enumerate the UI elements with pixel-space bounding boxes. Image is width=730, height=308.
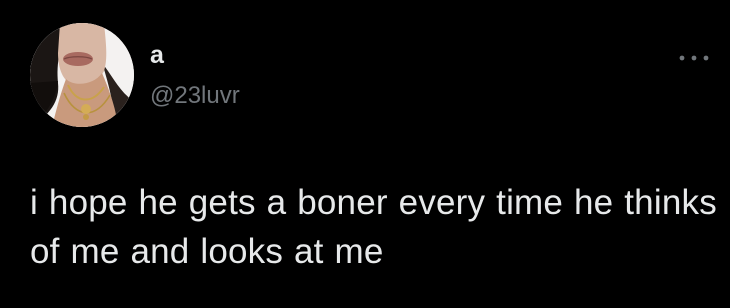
more-options-button[interactable] (676, 50, 712, 66)
display-name[interactable]: a (150, 40, 164, 70)
profile-photo-icon (30, 23, 134, 127)
tweet-card: a @23luvr i hope he gets a boner every t… (0, 0, 730, 308)
more-horizontal-icon (679, 55, 709, 61)
user-handle[interactable]: @23luvr (150, 82, 240, 110)
avatar[interactable] (30, 23, 134, 127)
tweet-text: i hope he gets a boner every time he thi… (30, 183, 717, 271)
